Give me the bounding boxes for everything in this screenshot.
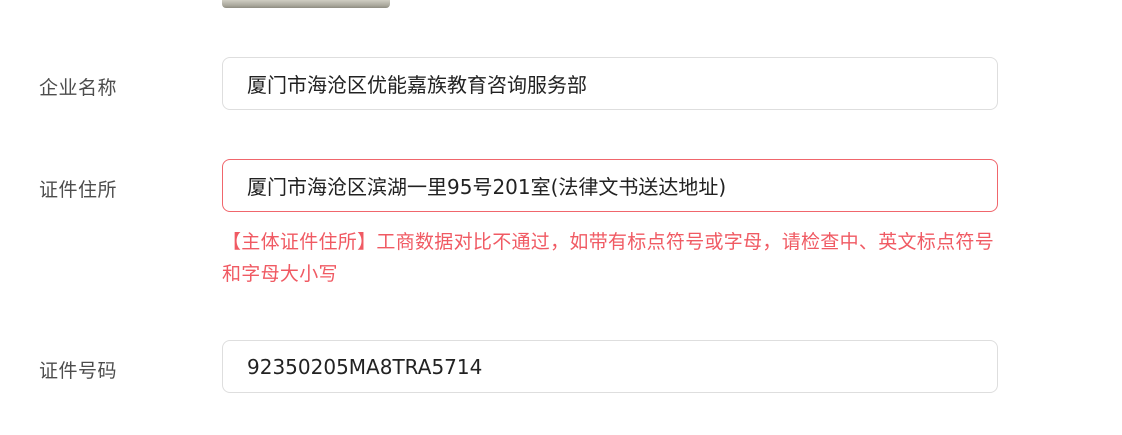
uploaded-image-preview bbox=[222, 0, 390, 8]
company-name-label: 企业名称 bbox=[39, 77, 118, 99]
company-name-input[interactable] bbox=[222, 57, 998, 110]
certificate-address-error-message: 【主体证件住所】工商数据对比不通过，如带有标点符号或字母，请检查中、英文标点符号… bbox=[222, 231, 995, 285]
certificate-address-label: 证件住所 bbox=[39, 179, 118, 201]
certificate-number-label: 证件号码 bbox=[39, 360, 118, 382]
certificate-number-input[interactable] bbox=[222, 340, 998, 393]
certificate-address-input[interactable] bbox=[222, 159, 998, 212]
